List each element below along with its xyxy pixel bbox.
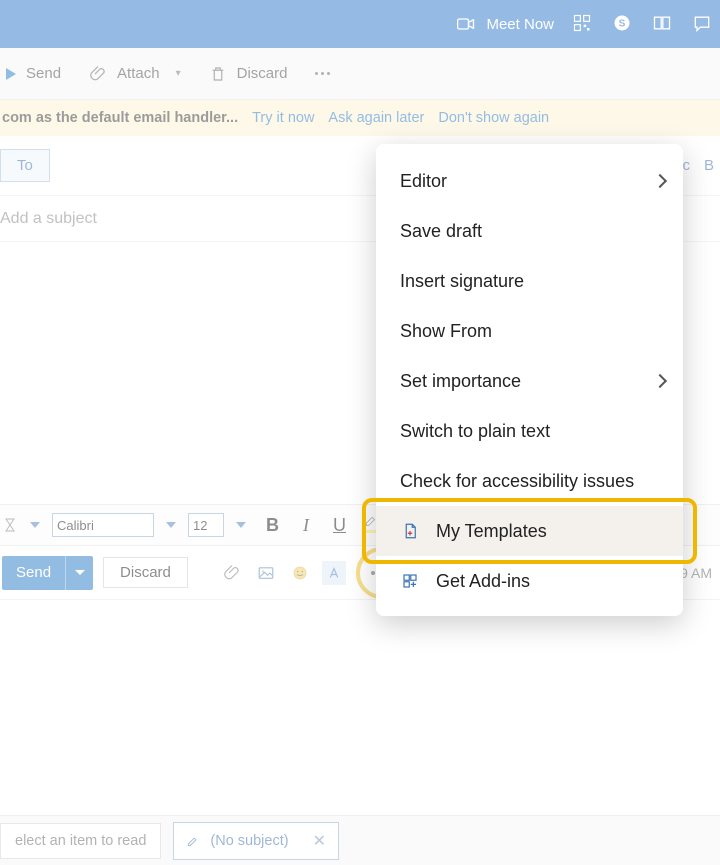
bottom-tab-bar: elect an item to read (No subject) ✕ [0, 815, 720, 865]
chat-icon[interactable] [692, 13, 714, 35]
font-size-select[interactable] [188, 513, 224, 537]
qr-icon[interactable] [572, 13, 594, 35]
pencil-icon [186, 834, 200, 848]
menu-plain-text-label: Switch to plain text [400, 421, 550, 442]
chevron-right-icon [653, 174, 667, 188]
attach-label: Attach [117, 65, 160, 82]
discard-label: Discard [237, 65, 288, 82]
font-family-select[interactable] [52, 513, 154, 537]
svg-text:S: S [619, 18, 626, 29]
menu-set-importance[interactable]: Set importance [376, 356, 683, 406]
attach-icon-button[interactable] [220, 561, 244, 585]
chevron-right-icon [653, 374, 667, 388]
send-icon [6, 68, 16, 80]
more-options-button[interactable] [315, 72, 330, 75]
attach-button[interactable]: Attach ▾ [89, 65, 181, 83]
to-button[interactable]: To [0, 149, 50, 182]
paperclip-icon [89, 65, 107, 83]
send-dropdown-button[interactable] [65, 556, 93, 590]
discard-button-top[interactable]: Discard [209, 65, 288, 83]
menu-save-draft-label: Save draft [400, 221, 482, 242]
app-title-bar: Meet Now S [0, 0, 720, 48]
paste-format-icon[interactable] [2, 517, 18, 533]
format-icon-button[interactable] [322, 561, 346, 585]
menu-editor[interactable]: Editor [376, 156, 683, 206]
menu-accessibility-label: Check for accessibility issues [400, 471, 634, 492]
chevron-down-icon[interactable] [30, 522, 40, 528]
templates-icon [398, 522, 422, 540]
menu-editor-label: Editor [400, 171, 447, 192]
video-icon [456, 14, 476, 34]
skype-icon[interactable]: S [612, 13, 634, 35]
menu-show-from[interactable]: Show From [376, 306, 683, 356]
try-now-link[interactable]: Try it now [252, 110, 314, 126]
draft-tab-label: (No subject) [210, 833, 288, 849]
menu-get-addins-label: Get Add-ins [436, 571, 530, 592]
image-icon-button[interactable] [254, 561, 278, 585]
dot-icon [315, 72, 318, 75]
addins-icon [398, 572, 422, 590]
close-icon[interactable]: ✕ [313, 831, 326, 851]
send-button-top[interactable]: Send [6, 65, 61, 82]
chevron-down-icon[interactable] [236, 522, 246, 528]
dont-show-link[interactable]: Don't show again [438, 110, 549, 126]
menu-get-addins[interactable]: Get Add-ins [376, 556, 683, 606]
underline-button[interactable]: U [325, 515, 354, 536]
meet-now-label: Meet Now [486, 16, 554, 33]
dot-icon [321, 72, 324, 75]
meet-now-button[interactable]: Meet Now [456, 14, 554, 34]
font-family-input[interactable] [53, 514, 153, 536]
send-button[interactable]: Send [2, 556, 65, 590]
menu-insert-signature-label: Insert signature [400, 271, 524, 292]
notice-text: com as the default email handler... [2, 110, 238, 126]
discard-button[interactable]: Discard [103, 557, 188, 588]
more-actions-menu: Editor Save draft Insert signature Show … [376, 144, 683, 616]
send-split-button[interactable]: Send [2, 556, 93, 590]
font-size-input[interactable] [189, 514, 223, 536]
reading-pane-tab[interactable]: elect an item to read [0, 823, 161, 859]
bold-button[interactable]: B [258, 515, 287, 536]
bcc-button[interactable]: B [704, 157, 714, 174]
menu-insert-signature[interactable]: Insert signature [376, 256, 683, 306]
chevron-down-icon[interactable] [166, 522, 176, 528]
menu-set-importance-label: Set importance [400, 371, 521, 392]
chevron-down-icon: ▾ [176, 68, 181, 79]
draft-tab[interactable]: (No subject) ✕ [173, 822, 339, 860]
trash-icon [209, 65, 227, 83]
chevron-down-icon [75, 570, 85, 575]
compose-toolbar: Send Attach ▾ Discard [0, 48, 720, 100]
menu-my-templates-label: My Templates [436, 521, 547, 542]
app-switcher-icon[interactable] [652, 13, 674, 35]
ask-later-link[interactable]: Ask again later [328, 110, 424, 126]
emoji-icon-button[interactable] [288, 561, 312, 585]
dot-icon [371, 571, 375, 575]
menu-save-draft[interactable]: Save draft [376, 206, 683, 256]
menu-plain-text[interactable]: Switch to plain text [376, 406, 683, 456]
default-handler-notice: com as the default email handler... Try … [0, 100, 720, 136]
menu-show-from-label: Show From [400, 321, 492, 342]
menu-accessibility[interactable]: Check for accessibility issues [376, 456, 683, 506]
dot-icon [327, 72, 330, 75]
send-label: Send [26, 65, 61, 82]
menu-my-templates[interactable]: My Templates [376, 506, 683, 556]
italic-button[interactable]: I [295, 515, 317, 536]
